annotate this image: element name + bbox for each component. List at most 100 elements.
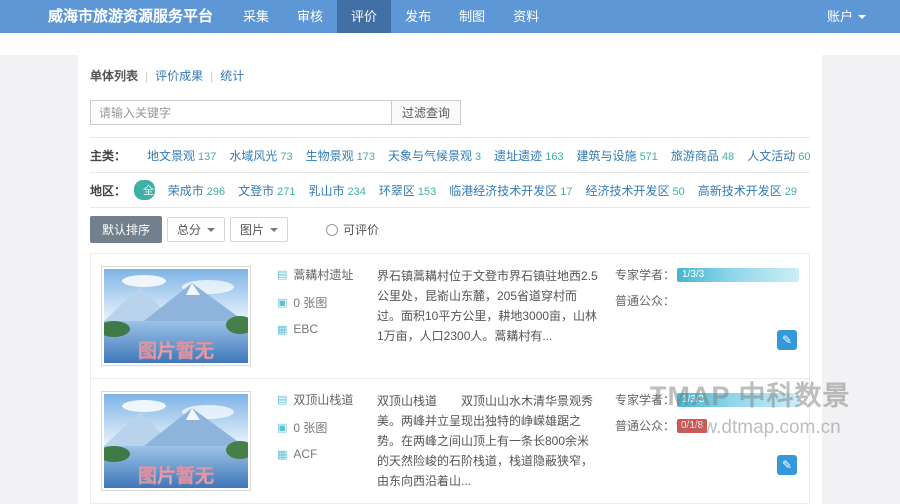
item-description: 双顶山栈道 双顶山山水木清华景观秀美。两峰并立呈现出独特的峥嵘雄踞之势。在两峰之… bbox=[377, 394, 594, 488]
nav-item-publish[interactable]: 发布 bbox=[391, 0, 445, 33]
item-code: ACF bbox=[293, 447, 318, 461]
filter-option-label: 荣成市 bbox=[167, 183, 204, 198]
filter-all-badge[interactable]: 全部 1266 bbox=[134, 180, 155, 200]
nav-item-material[interactable]: 资料 bbox=[499, 0, 553, 33]
picture-sort-label: 图片 bbox=[240, 223, 265, 237]
navbar: 威海市旅游资源服务平台 采集 审核 评价 发布 制图 资料 账户 bbox=[0, 0, 900, 33]
nav-item-mapping[interactable]: 制图 bbox=[445, 0, 499, 33]
filter-option-label: 旅游商品 bbox=[670, 148, 719, 163]
filter-label: 主类： bbox=[90, 148, 127, 163]
filter-option-count: 163 bbox=[545, 150, 564, 163]
edit-button[interactable]: ✎ bbox=[777, 455, 797, 475]
filter-option-count: 137 bbox=[198, 150, 217, 163]
view-tabs: 单体列表 | 评价成果 | 统计 bbox=[90, 67, 810, 84]
filter-option[interactable]: 旅游商品 48 bbox=[671, 147, 734, 164]
nav-item-collect[interactable]: 采集 bbox=[229, 0, 283, 33]
filter-option-count: 50 bbox=[672, 185, 685, 198]
item-info: ▤ 双顶山栈道 ▣ 0 张图 ▦ ACF bbox=[277, 391, 377, 491]
list-item: 图片暂无 ▤ 双顶山栈道 ▣ 0 张图 ▦ ACF 双顶山栈道 双顶山山水木清华… bbox=[91, 378, 809, 503]
no-image-text: 图片暂无 bbox=[138, 464, 214, 487]
tag-icon: ▦ bbox=[277, 323, 288, 336]
score-sort-button[interactable]: 总分 bbox=[167, 217, 226, 242]
filter-option-label: 生物景观 bbox=[305, 148, 354, 163]
filter-option[interactable]: 人文活动 60 bbox=[747, 147, 810, 164]
filter-option-label: 地文景观 bbox=[147, 148, 196, 163]
filter-option[interactable]: 水域风光 73 bbox=[229, 147, 292, 164]
item-scores: 专家学者： 1/3/3 普通公众： bbox=[615, 266, 799, 366]
filter-option[interactable]: 文登市 271 bbox=[238, 182, 295, 199]
item-thumbnail[interactable]: 图片暂无 bbox=[101, 266, 251, 366]
item-thumbnail[interactable]: 图片暂无 bbox=[101, 391, 251, 491]
score-sort-label: 总分 bbox=[177, 223, 202, 237]
public-score-badge: 0/1/8 bbox=[677, 418, 708, 433]
evaluable-label: 可评价 bbox=[343, 223, 380, 237]
placeholder-image: 图片暂无 bbox=[104, 269, 248, 363]
filter-option[interactable]: 地文景观 137 bbox=[147, 147, 216, 164]
filter-option-count: 60 bbox=[798, 150, 811, 163]
filter-option-label: 环翠区 bbox=[378, 183, 415, 198]
filter-option-count: 73 bbox=[280, 150, 293, 163]
tab-single-list[interactable]: 单体列表 bbox=[90, 67, 138, 84]
public-score-label: 普通公众： bbox=[615, 419, 676, 433]
building-icon: ▤ bbox=[277, 269, 288, 281]
list-item: 图片暂无 ▤ 蒿耩村遗址 ▣ 0 张图 ▦ EBC 界石镇蒿耩村位于文登市界石镇… bbox=[91, 254, 809, 378]
filter-option-count: 571 bbox=[639, 150, 658, 163]
expert-score-bar: 1/3/3 bbox=[677, 267, 799, 282]
filter-option[interactable]: 荣成市 296 bbox=[168, 182, 225, 199]
tab-separator: | bbox=[145, 68, 149, 83]
tab-evaluation-results[interactable]: 评价成果 bbox=[155, 67, 203, 84]
filter-option[interactable]: 建筑与设施 571 bbox=[577, 147, 658, 164]
filter-option-count: 296 bbox=[206, 185, 226, 198]
filter-option[interactable]: 遗址遗迹 163 bbox=[494, 147, 563, 164]
filter-option-count: 234 bbox=[347, 185, 366, 198]
filter-option[interactable]: 生物景观 173 bbox=[306, 147, 375, 164]
filter-option[interactable]: 高新技术开发区 29 bbox=[698, 182, 797, 199]
tab-separator: | bbox=[210, 68, 214, 83]
filter-option[interactable]: 环翠区 153 bbox=[379, 182, 436, 199]
keyword-input[interactable] bbox=[90, 100, 392, 125]
caret-down-icon bbox=[207, 227, 216, 232]
no-image-text: 图片暂无 bbox=[138, 339, 214, 362]
photo-count: 0 张图 bbox=[293, 296, 328, 310]
expert-score-label: 专家学者： bbox=[615, 393, 676, 407]
filter-option-label: 乳山市 bbox=[308, 183, 345, 198]
account-label: 账户 bbox=[826, 9, 853, 24]
filter-option[interactable]: 乳山市 234 bbox=[308, 182, 365, 199]
filter-option-label: 经济技术开发区 bbox=[585, 183, 670, 198]
filter-option[interactable]: 经济技术开发区 50 bbox=[585, 182, 684, 199]
filter-option-count: 153 bbox=[417, 185, 437, 198]
tab-statistics[interactable]: 统计 bbox=[220, 67, 244, 84]
caret-down-icon bbox=[270, 227, 279, 232]
filter-option[interactable]: 天象与气候景观 3 bbox=[388, 147, 481, 164]
filter-option-label: 建筑与设施 bbox=[576, 148, 637, 163]
filter-option-count: 271 bbox=[277, 185, 296, 198]
picture-sort-button[interactable]: 图片 bbox=[230, 217, 289, 242]
default-sort-button[interactable]: 默认排序 bbox=[90, 216, 163, 243]
filter-option-count: 17 bbox=[560, 185, 573, 198]
item-name-link[interactable]: 双顶山栈道 bbox=[293, 391, 353, 408]
evaluable-radio[interactable]: 可评价 bbox=[326, 221, 379, 238]
content-card: 单体列表 | 评价成果 | 统计 过滤查询 主类： 全部 1266 地文景观13… bbox=[78, 55, 822, 504]
item-name-link[interactable]: 蒿耩村遗址 bbox=[293, 266, 353, 283]
item-scores: 专家学者： 1/3/3 普通公众： 0/1/8 bbox=[615, 391, 799, 491]
edit-button[interactable]: ✎ bbox=[777, 330, 797, 350]
account-menu[interactable]: 账户 bbox=[827, 0, 866, 33]
filter-option-label: 文登市 bbox=[238, 183, 275, 198]
radio-circle-icon bbox=[326, 223, 339, 236]
photo-count: 0 张图 bbox=[293, 421, 328, 435]
photo-icon: ▣ bbox=[277, 422, 288, 434]
photo-icon: ▣ bbox=[277, 297, 288, 309]
expert-score-bar: 1/3/3 bbox=[677, 392, 799, 407]
filter-option-label: 遗址遗迹 bbox=[494, 148, 543, 163]
filter-option-count: 173 bbox=[356, 150, 376, 163]
filter-query-button[interactable]: 过滤查询 bbox=[391, 100, 462, 125]
filter-all-label: 全部 bbox=[134, 180, 155, 200]
pencil-icon: ✎ bbox=[781, 458, 793, 472]
filter-section: 主类： 全部 1266 地文景观137 水域风光73 生物景观173 天象与气候… bbox=[90, 137, 810, 208]
app-title: 威海市旅游资源服务平台 bbox=[48, 8, 214, 25]
nav-item-evaluate[interactable]: 评价 bbox=[337, 0, 392, 33]
item-code: EBC bbox=[293, 322, 319, 336]
filter-row-category: 主类： 全部 1266 地文景观137 水域风光73 生物景观173 天象与气候… bbox=[90, 138, 810, 173]
nav-item-review[interactable]: 审核 bbox=[283, 0, 337, 33]
filter-option[interactable]: 临港经济技术开发区 17 bbox=[449, 182, 572, 199]
